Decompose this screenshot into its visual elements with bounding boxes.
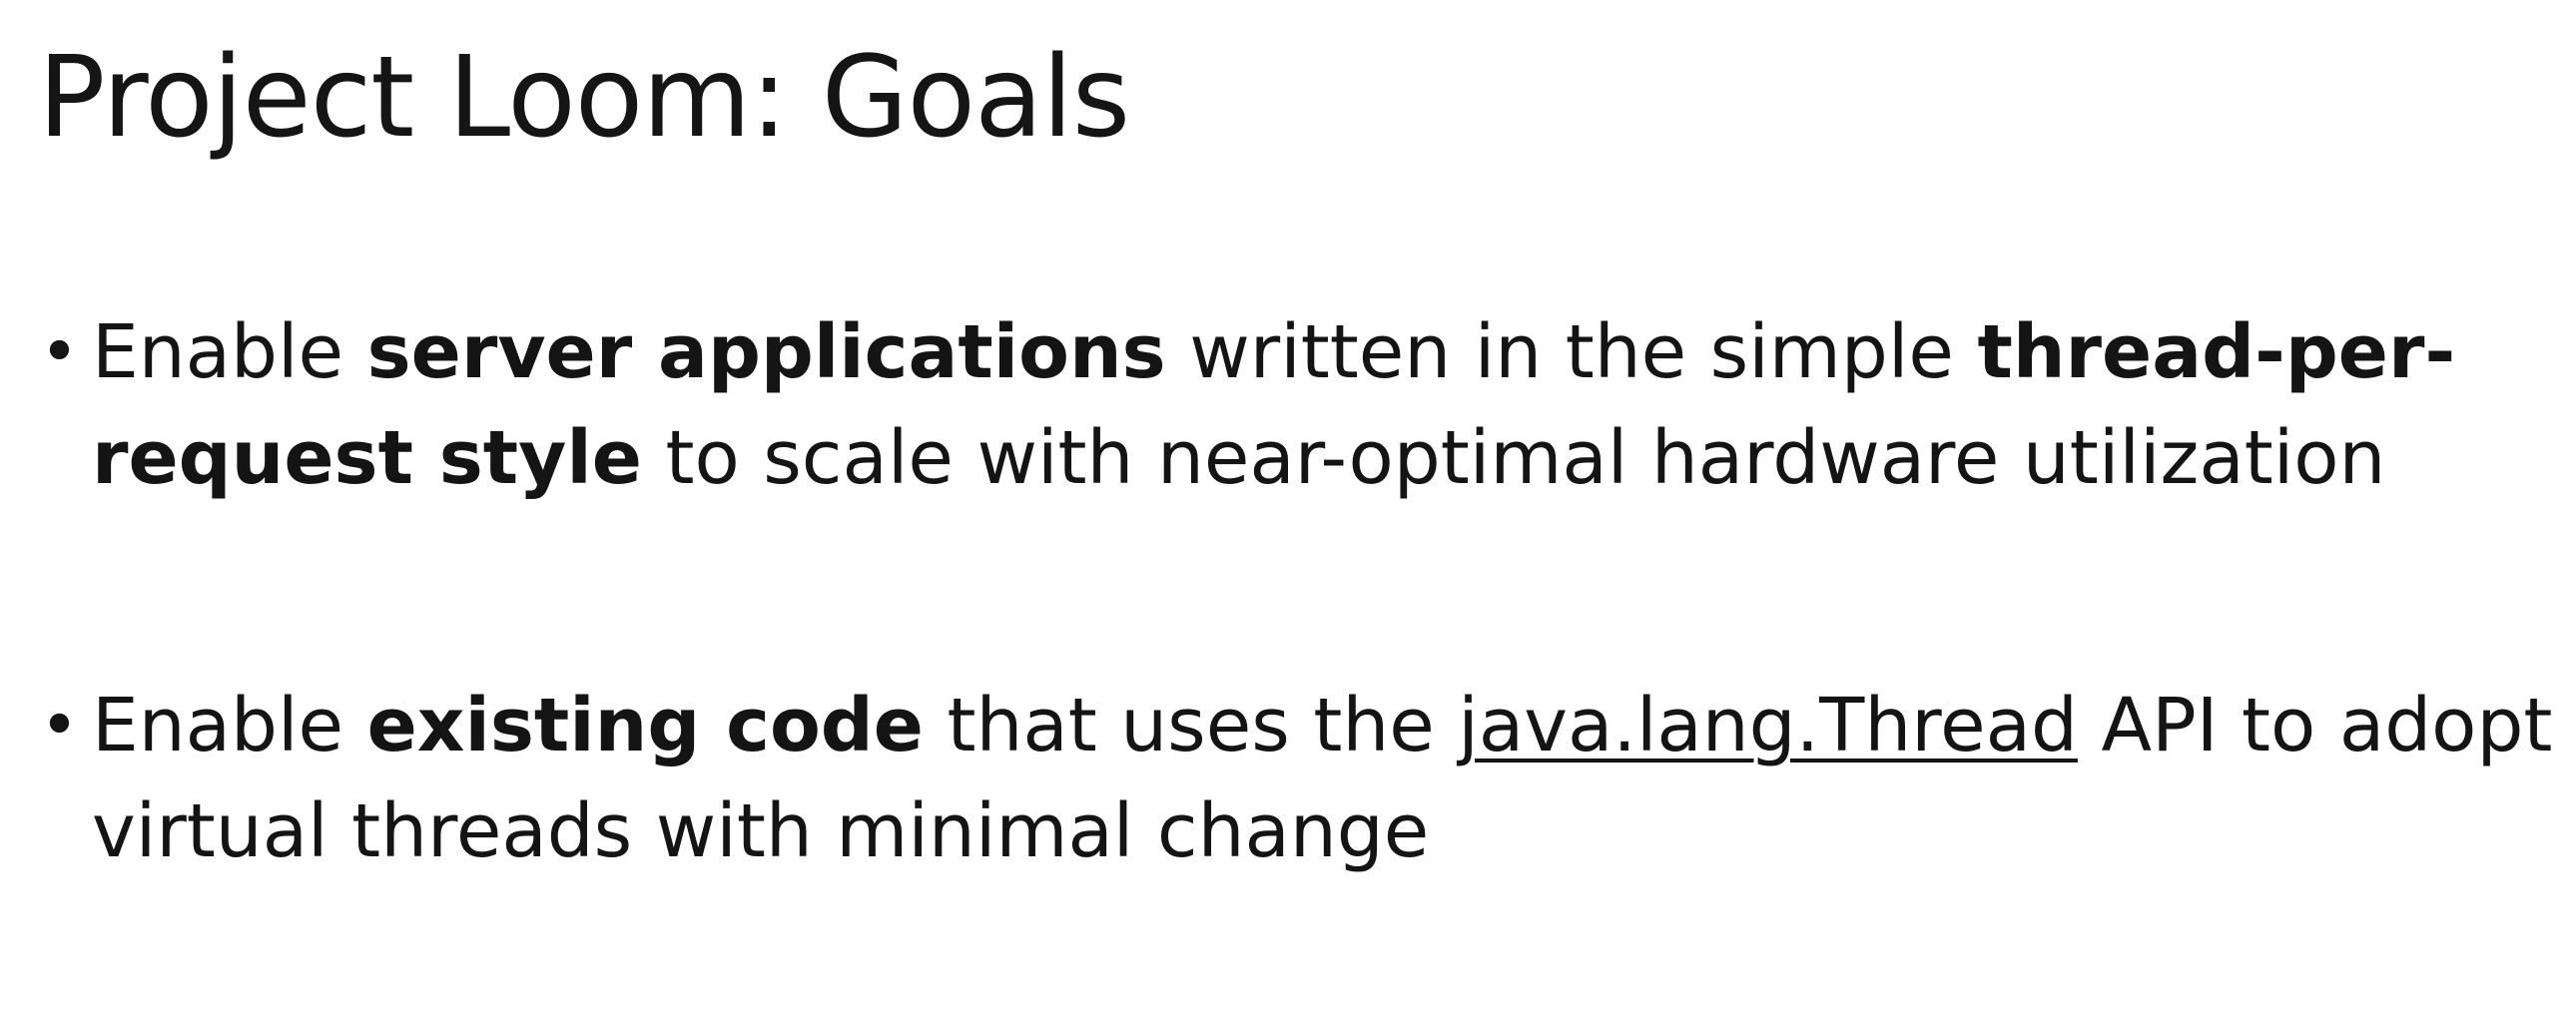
bullet-item-existing-code: • Enable existing code that uses the jav… [36, 673, 2562, 884]
bullet-item-scale-servers: • Enable server applications written in … [36, 299, 2562, 511]
text-segment: Enable [92, 683, 367, 768]
text-segment: Enable [92, 309, 367, 395]
slide-title: Project Loom: Goals [38, 33, 1130, 163]
text-segment: that uses the [923, 683, 1459, 768]
text-segment: to scale with near-optimal hardware util… [641, 415, 2386, 501]
emphasis-existing-code: existing code [366, 683, 924, 768]
bullet-text: Enable existing code that uses the java.… [92, 673, 2562, 884]
text-segment: written in the simple [1165, 309, 1978, 395]
emphasis-server-applications: server applications [366, 309, 1166, 395]
bullet-dot-icon: • [40, 313, 79, 390]
slide: Project Loom: Goals • Enable server appl… [0, 0, 2576, 1018]
java-lang-thread-link[interactable]: java.lang.Thread [1458, 683, 2078, 768]
bullet-list: • Enable server applications written in … [36, 299, 2562, 884]
bullet-dot-icon: • [40, 687, 79, 764]
bullet-text: Enable server applications written in th… [92, 299, 2562, 511]
